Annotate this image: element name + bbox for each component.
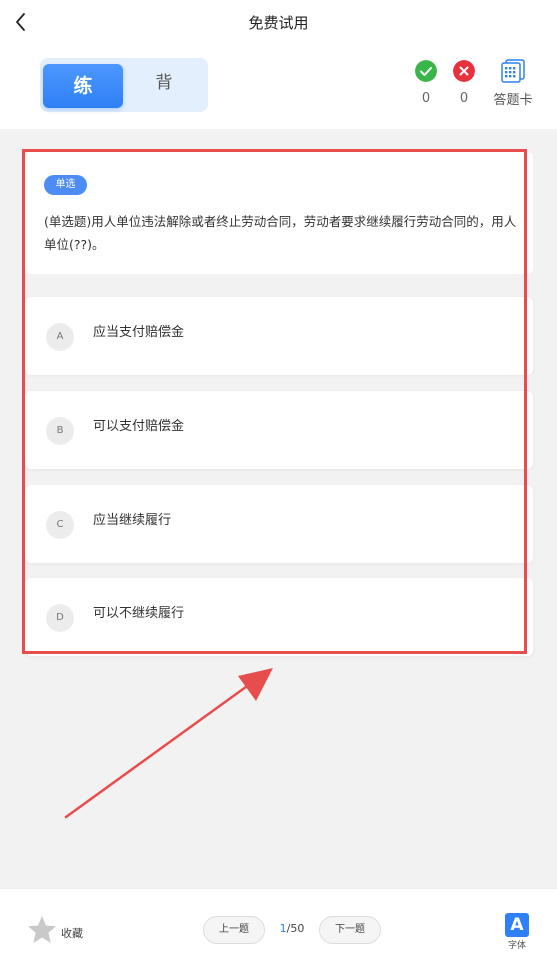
page-title: 免费试用 <box>248 14 309 32</box>
question-type-badge: 单选 <box>44 175 87 195</box>
answer-card-label: 答题卡 <box>493 93 533 108</box>
option-b[interactable]: B 可以支付赔偿金 <box>25 391 533 469</box>
current-page: 1 <box>279 922 287 935</box>
star-icon <box>28 916 56 943</box>
favorite-button[interactable]: 收藏 <box>27 915 97 947</box>
answer-card-button[interactable]: 答题卡 <box>488 58 538 108</box>
page-indicator: 1/50 <box>271 922 313 935</box>
option-c[interactable]: C 应当继续履行 <box>25 485 533 563</box>
check-icon <box>415 60 437 82</box>
option-d[interactable]: D 可以不继续履行 <box>25 578 533 656</box>
practice-mode-button[interactable]: 练 <box>43 64 123 108</box>
option-text: 可以支付赔偿金 <box>93 419 185 434</box>
favorite-label: 收藏 <box>61 927 83 940</box>
bottom-toolbar: 收藏 上一题 1/50 下一题 A 字体 <box>0 888 557 970</box>
option-text: 可以不继续履行 <box>93 606 185 621</box>
question-text: (单选题)用人单位违法解除或者终止劳动合同，劳动者要求继续履行劳动合同的，用人单… <box>44 214 517 252</box>
font-icon: A <box>505 913 529 937</box>
option-a[interactable]: A 应当支付赔偿金 <box>25 297 533 375</box>
wrong-count: 0 <box>459 91 469 106</box>
answer-card-icon <box>501 59 525 83</box>
mode-switch: 练 背 <box>40 58 208 112</box>
option-letter: B <box>46 417 74 445</box>
option-text: 应当支付赔偿金 <box>93 325 185 340</box>
cross-icon <box>453 60 475 82</box>
option-letter: C <box>46 511 74 539</box>
option-text: 应当继续履行 <box>93 513 172 528</box>
option-letter: A <box>46 323 74 351</box>
option-letter: D <box>46 604 74 632</box>
question-card: 单选 (单选题)用人单位违法解除或者终止劳动合同，劳动者要求继续履行劳动合同的，… <box>25 152 533 274</box>
nav-bar: 免费试用 <box>0 0 557 44</box>
correct-count: 0 <box>421 91 431 106</box>
font-size-button[interactable]: A 字体 <box>503 913 531 951</box>
prev-question-button[interactable]: 上一题 <box>203 916 265 944</box>
total-pages: /50 <box>286 922 305 935</box>
next-question-button[interactable]: 下一题 <box>319 916 381 944</box>
font-label: 字体 <box>507 941 526 951</box>
wrong-stat: 0 <box>451 60 477 106</box>
quiz-header: 练 背 0 0 答题卡 <box>0 44 557 129</box>
recite-mode-button[interactable]: 背 <box>144 68 184 98</box>
correct-stat: 0 <box>413 60 439 106</box>
